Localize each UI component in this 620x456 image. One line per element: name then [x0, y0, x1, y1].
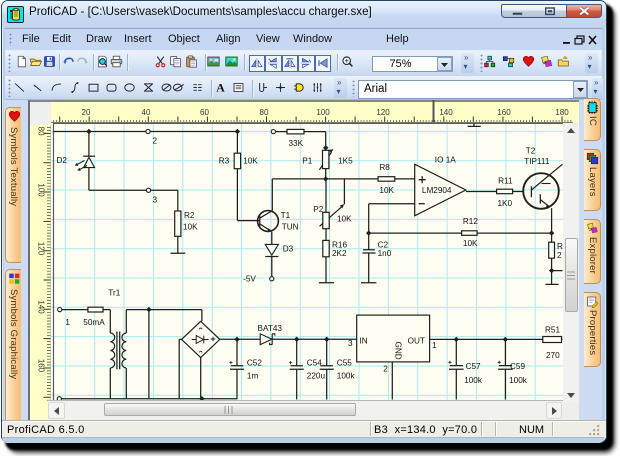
svg-text:160: 160	[36, 358, 45, 372]
svg-text:BAT43: BAT43	[258, 324, 283, 333]
svg-text:-5V: -5V	[243, 275, 256, 284]
svg-text:100k: 100k	[337, 372, 356, 381]
svg-text:TIP111: TIP111	[524, 157, 550, 166]
svg-text:3: 3	[153, 195, 158, 204]
svg-text:IN: IN	[360, 336, 368, 345]
svg-text:D2: D2	[57, 156, 68, 165]
svg-text:10K: 10K	[243, 156, 258, 165]
svg-text:60: 60	[200, 108, 209, 117]
svg-text:C57: C57	[466, 362, 481, 371]
svg-text:D3: D3	[283, 245, 294, 254]
svg-text:1: 1	[65, 318, 70, 327]
svg-text:40: 40	[142, 108, 151, 117]
svg-text:80: 80	[260, 108, 269, 117]
svg-text:C2: C2	[378, 240, 389, 249]
svg-text:1K5: 1K5	[338, 156, 353, 165]
svg-text:R3: R3	[219, 156, 230, 165]
svg-text:100: 100	[316, 108, 330, 117]
svg-text:TUN: TUN	[282, 223, 299, 232]
svg-text:2: 2	[557, 251, 562, 260]
svg-text:180: 180	[555, 108, 569, 117]
svg-text:50mA: 50mA	[83, 318, 105, 327]
svg-text:3: 3	[348, 339, 353, 348]
svg-text:2: 2	[153, 137, 158, 146]
svg-text:1: 1	[432, 341, 437, 350]
svg-text:270: 270	[546, 351, 560, 360]
svg-text:1K0: 1K0	[498, 199, 513, 208]
svg-text:33K: 33K	[289, 139, 304, 148]
svg-text:C54: C54	[307, 359, 322, 368]
svg-text:1m: 1m	[247, 372, 259, 381]
svg-text:T2: T2	[526, 147, 536, 156]
svg-text:10K: 10K	[379, 186, 394, 195]
svg-text:1n0: 1n0	[378, 249, 392, 258]
svg-text:220u: 220u	[307, 372, 326, 381]
svg-text:10K: 10K	[337, 215, 352, 224]
svg-text:2: 2	[383, 365, 388, 374]
svg-text:C59: C59	[510, 362, 525, 371]
svg-text:10K: 10K	[183, 222, 198, 231]
svg-text:T1: T1	[281, 211, 291, 220]
svg-text:100k: 100k	[464, 376, 483, 385]
svg-text:GND: GND	[394, 342, 403, 360]
svg-text:R11: R11	[498, 176, 513, 185]
svg-text:P2: P2	[313, 205, 323, 214]
svg-text:120: 120	[376, 108, 390, 117]
svg-text:100k: 100k	[509, 376, 528, 385]
svg-text:R8: R8	[379, 163, 390, 172]
svg-text:Tr1: Tr1	[108, 288, 120, 297]
svg-text:A: A	[216, 82, 225, 94]
svg-text:R2: R2	[184, 211, 195, 220]
svg-text:LM2904: LM2904	[422, 186, 452, 195]
svg-text:140: 140	[439, 108, 453, 117]
svg-text:C55: C55	[337, 359, 352, 368]
svg-text:140: 140	[36, 300, 45, 314]
svg-text:10K: 10K	[463, 239, 478, 248]
svg-text:OUT: OUT	[408, 336, 425, 345]
svg-text:20: 20	[82, 108, 91, 117]
svg-text:120: 120	[36, 241, 45, 255]
svg-text:C52: C52	[247, 359, 262, 368]
svg-text:P1: P1	[302, 156, 312, 165]
svg-text:80: 80	[36, 126, 45, 135]
svg-text:2K2: 2K2	[332, 249, 347, 258]
svg-text:160: 160	[497, 108, 511, 117]
svg-text:R51: R51	[545, 326, 560, 335]
svg-text:IO 1A: IO 1A	[435, 156, 456, 165]
svg-text:100: 100	[36, 183, 45, 197]
svg-text:R12: R12	[463, 217, 478, 226]
